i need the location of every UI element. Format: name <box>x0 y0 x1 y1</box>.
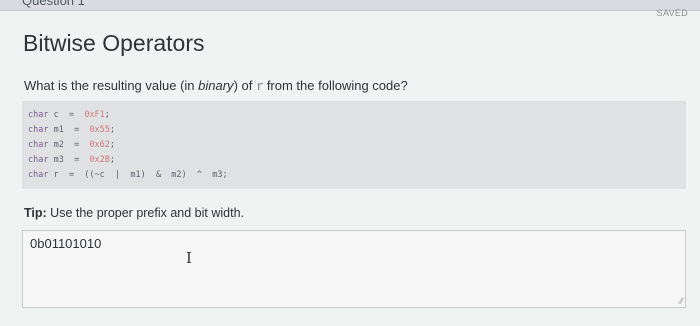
code-text: r = ((~c | m1) & m2) ^ m3; <box>48 170 228 180</box>
question-prompt: What is the resulting value (in binary) … <box>24 78 408 93</box>
code-semicolon: ; <box>104 110 110 120</box>
tip-text: Tip: Use the proper prefix and bit width… <box>24 206 244 220</box>
resize-handle-icon[interactable]: ⁄⁄ <box>680 296 683 306</box>
code-hex-value: 0x55 <box>89 125 110 135</box>
prompt-text-2: ) of <box>233 78 256 93</box>
code-keyword: char <box>28 125 49 135</box>
tip-body: Use the proper prefix and bit width. <box>46 206 245 220</box>
code-keyword: char <box>28 110 49 120</box>
code-line: char r = ((~c | m1) & m2) ^ m3; <box>28 170 228 180</box>
text-cursor-icon: I <box>186 249 192 267</box>
code-block: char c = 0xF1; char m1 = 0x55; char m2 =… <box>22 101 686 189</box>
code-line: char c = 0xF1; <box>28 110 110 120</box>
prompt-text-1: What is the resulting value (in <box>24 78 199 93</box>
code-line: char m3 = 0x2B; <box>28 155 115 165</box>
saved-status-label: SAVED <box>656 8 688 18</box>
code-text: m3 = <box>48 155 90 165</box>
code-keyword: char <box>28 155 49 165</box>
code-semicolon: ; <box>109 125 116 135</box>
question-title: Bitwise Operators <box>23 30 205 56</box>
tip-label: Tip: <box>24 206 47 220</box>
code-keyword: char <box>28 140 49 150</box>
code-semicolon: ; <box>109 155 116 165</box>
code-text: m1 = <box>48 125 90 135</box>
answer-textarea[interactable]: 0b01101010 I ⁄⁄ <box>22 230 686 308</box>
code-semicolon: ; <box>109 140 116 150</box>
code-text: c = <box>48 110 85 120</box>
code-hex-value: 0x2B <box>89 155 110 165</box>
answer-value: 0b01101010 <box>30 236 102 251</box>
prompt-text-3: from the following code? <box>263 78 408 93</box>
code-hex-value: 0xF1 <box>84 110 105 120</box>
code-text: m2 = <box>48 140 90 150</box>
code-line: char m2 = 0x62; <box>28 140 115 150</box>
question-number-label: Question 1 <box>22 0 85 8</box>
code-line: char m1 = 0x55; <box>28 125 115 135</box>
top-bar: Question 1 SAVED <box>0 0 700 18</box>
prompt-emphasis: binary <box>198 78 234 93</box>
code-keyword: char <box>28 170 49 180</box>
code-hex-value: 0x62 <box>89 140 110 150</box>
